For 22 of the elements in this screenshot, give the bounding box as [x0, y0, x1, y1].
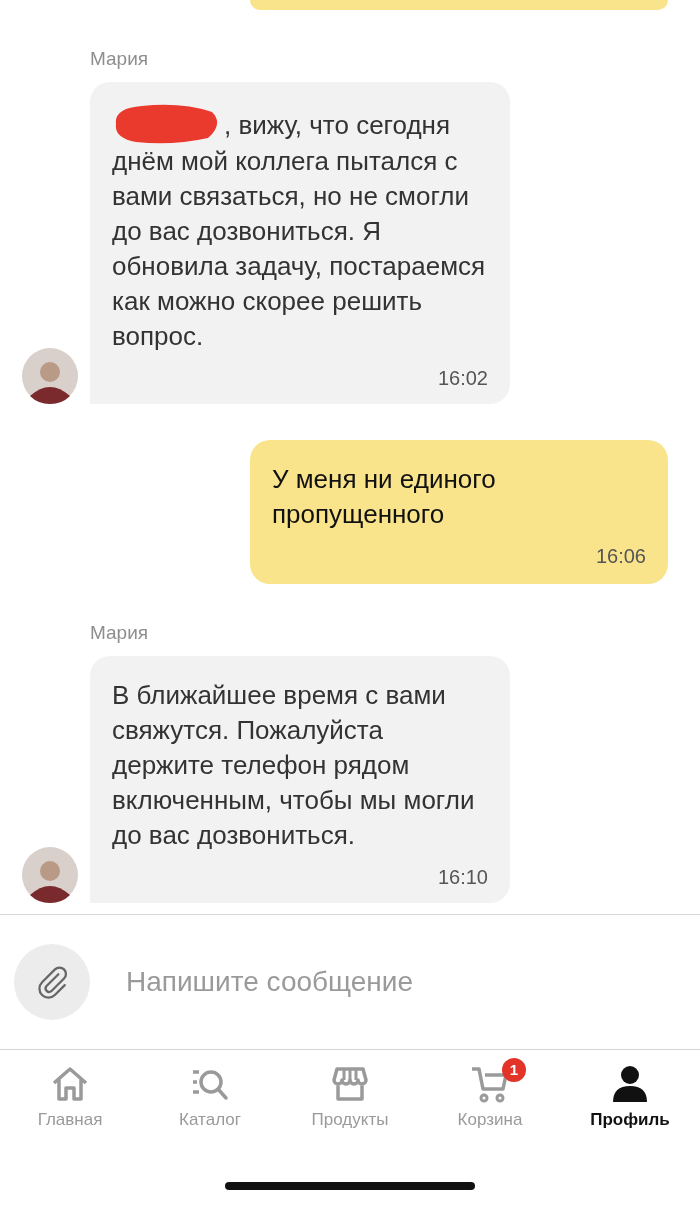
message-text: , вижу, что сегодня днём мой коллега пытался с вами связаться, но не смогли до вас дозвониться. Я обновила задачу, постараемся как можно скорее решить вопрос. [112, 104, 488, 354]
avatar-icon [22, 847, 78, 903]
store-icon [330, 1064, 370, 1104]
tab[interactable]: Продукты [280, 1050, 420, 1150]
message-text: В ближайшее время с вами свяжутся. Пожалуйста держите телефон рядом включенным, чтобы мы могли до вас дозвониться. [112, 679, 476, 852]
home-icon [50, 1064, 90, 1104]
tab[interactable]: Главная [0, 1050, 140, 1150]
sender-name: Мария [90, 622, 150, 644]
tab[interactable]: Профиль [560, 1050, 700, 1150]
message-time: 16:06 [595, 544, 646, 569]
tab[interactable]: Каталог [140, 1050, 280, 1150]
tab[interactable]: 1 Корзина [420, 1050, 560, 1150]
message-field[interactable]: Напишите сообщение [124, 965, 628, 999]
message-time: 16:10 [437, 865, 488, 890]
message-time: 16:02 [437, 366, 488, 391]
sender-name: Мария [90, 48, 150, 70]
avatar-icon [22, 348, 78, 404]
cart-count-badge: 1 [502, 1058, 526, 1082]
cart-icon [470, 1064, 510, 1104]
paperclip-icon [35, 965, 69, 999]
message-text: У меня ни единого пропущенного [272, 463, 497, 531]
person-icon [610, 1064, 650, 1104]
